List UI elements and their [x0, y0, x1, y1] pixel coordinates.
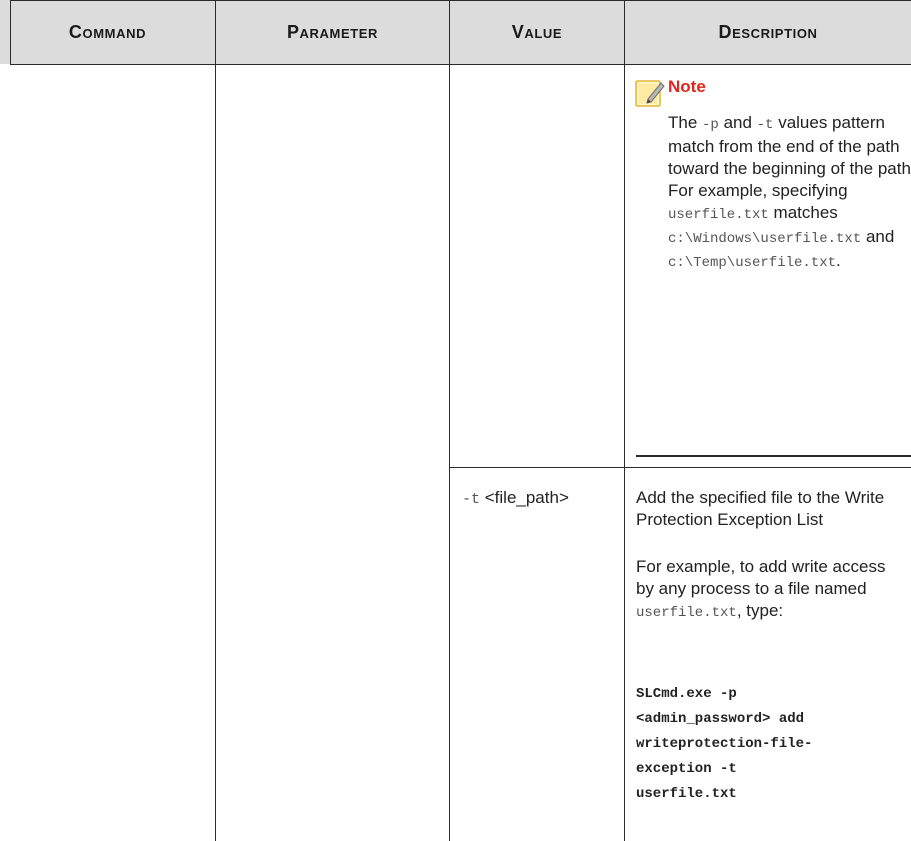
code-flag-p: -p	[702, 117, 719, 133]
row-divider	[449, 467, 911, 468]
code-filename: userfile.txt	[668, 207, 769, 223]
code-line: userfile.txt	[636, 786, 737, 802]
code-flag-t: -t	[756, 117, 774, 133]
header-value: Value	[511, 21, 563, 42]
header-command: Command	[68, 21, 147, 42]
value-flag: -t	[462, 491, 481, 508]
column-divider	[449, 0, 450, 841]
note-title: Note	[668, 77, 706, 96]
code-path-windows: c:\Windows\userfile.txt	[668, 231, 862, 247]
note-icon	[634, 77, 666, 109]
header-parameter: Parameter	[286, 21, 379, 42]
code-line: writeprotection-file-	[636, 736, 813, 752]
column-divider	[215, 0, 216, 841]
command-example: SLCmd.exe -p <admin_password> add writep…	[636, 682, 906, 807]
value-arg: <file_path>	[480, 488, 569, 507]
table-border-left	[10, 0, 11, 64]
code-filename: userfile.txt	[636, 605, 737, 621]
note-text: The -p and -t values pattern match from …	[668, 113, 911, 271]
code-line: exception -t	[636, 761, 737, 777]
description-text: Add the specified file to the Write Prot…	[636, 488, 885, 529]
note-rule	[636, 455, 911, 457]
column-divider	[624, 0, 625, 841]
description-example: For example, to add write access by any …	[636, 557, 886, 621]
table-border-top	[10, 0, 911, 1]
code-line: <admin_password> add	[636, 711, 805, 727]
code-line: SLCmd.exe -p	[636, 686, 737, 702]
header-description: Description	[718, 21, 818, 42]
header-divider	[10, 64, 911, 65]
value-cell: -t <file_path>	[462, 487, 622, 511]
code-path-temp: c:\Temp\userfile.txt	[668, 255, 837, 271]
